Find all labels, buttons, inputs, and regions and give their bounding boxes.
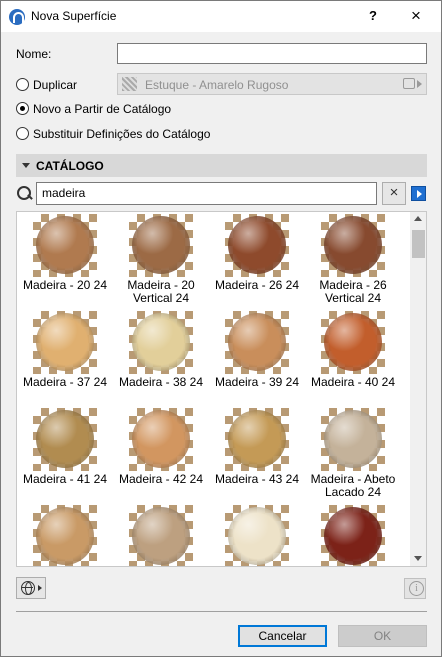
clear-search-button[interactable]: × bbox=[382, 182, 406, 205]
surface-picker-icon bbox=[403, 78, 415, 89]
name-label: Nome: bbox=[16, 47, 52, 61]
catalog-item-label: Madeira - 26 Vertical 24 bbox=[319, 278, 387, 305]
surface-thumbnail bbox=[321, 408, 385, 471]
expand-panel-button[interactable] bbox=[411, 186, 426, 201]
surface-thumbnail bbox=[321, 505, 385, 566]
material-sphere bbox=[132, 410, 190, 468]
material-sphere bbox=[324, 507, 382, 565]
catalog-item-label: Madeira - 42 24 bbox=[118, 472, 204, 486]
new-surface-dialog: Nova Superfície ? × Nome: Duplicar Estuq… bbox=[0, 0, 442, 657]
catalog-item-label: Madeira - 20 Vertical 24 bbox=[127, 278, 195, 305]
name-input[interactable] bbox=[117, 43, 427, 64]
catalog-title: CATÁLOGO bbox=[36, 159, 104, 173]
catalog-item[interactable]: Madeira - 26 Vertical 24 bbox=[305, 212, 401, 310]
catalog-item[interactable]: Madeira - 39 24 bbox=[209, 309, 305, 407]
surface-thumbnail bbox=[33, 505, 97, 566]
help-button[interactable]: ? bbox=[361, 5, 385, 27]
catalog-item[interactable]: Madeira - 40 24 bbox=[305, 309, 401, 407]
surface-thumbnail bbox=[33, 214, 97, 277]
material-sphere bbox=[324, 410, 382, 468]
search-input[interactable]: madeira bbox=[36, 182, 377, 205]
surface-thumbnail bbox=[129, 505, 193, 566]
catalog-item-label: Madeira - 41 24 bbox=[22, 472, 108, 486]
material-sphere bbox=[228, 507, 286, 565]
catalog-item[interactable]: Madeira - 26 24 bbox=[209, 212, 305, 310]
scroll-down-icon[interactable] bbox=[414, 556, 422, 561]
surface-thumbnail bbox=[129, 408, 193, 471]
catalog-grid: Madeira - 20 24 Madeira - 20 Vertical 24 M… bbox=[16, 211, 427, 567]
surface-thumbnail bbox=[321, 311, 385, 374]
catalog-item-label: Madeira - 43 24 bbox=[214, 472, 300, 486]
surface-thumbnail bbox=[225, 505, 289, 566]
globe-menu-button[interactable] bbox=[16, 577, 46, 599]
catalog-item[interactable] bbox=[17, 503, 113, 566]
title-bar: Nova Superfície ? × bbox=[1, 1, 441, 32]
material-sphere bbox=[132, 507, 190, 565]
replace-catalog-label[interactable]: Substituir Definições do Catálogo bbox=[33, 127, 210, 141]
surface-thumbnail bbox=[225, 214, 289, 277]
ok-button[interactable]: OK bbox=[338, 625, 427, 647]
material-sphere bbox=[132, 216, 190, 274]
material-sphere bbox=[228, 216, 286, 274]
surface-thumbnail bbox=[225, 311, 289, 374]
chevron-right-icon bbox=[38, 585, 42, 591]
duplicate-label[interactable]: Duplicar bbox=[33, 78, 77, 92]
catalog-item-label: Madeira - Abeto Lacado 24 bbox=[310, 472, 396, 499]
surface-thumbnail bbox=[225, 408, 289, 471]
catalog-item[interactable]: Madeira - 42 24 bbox=[113, 406, 209, 504]
catalog-item-label: Madeira - 37 24 bbox=[22, 375, 108, 389]
catalog-item[interactable]: Madeira - 20 24 bbox=[17, 212, 113, 310]
material-sphere bbox=[228, 313, 286, 371]
catalog-item[interactable]: Madeira - 43 24 bbox=[209, 406, 305, 504]
catalog-item-label: Madeira - 20 24 bbox=[22, 278, 108, 292]
scrollbar[interactable] bbox=[410, 212, 426, 566]
surface-swatch-icon bbox=[122, 77, 137, 91]
surface-thumbnail bbox=[321, 214, 385, 277]
material-sphere bbox=[36, 507, 94, 565]
cancel-button[interactable]: Cancelar bbox=[238, 625, 327, 647]
scroll-up-icon[interactable] bbox=[414, 216, 422, 221]
catalog-item[interactable]: Madeira - 37 24 bbox=[17, 309, 113, 407]
material-sphere bbox=[324, 216, 382, 274]
material-sphere bbox=[228, 410, 286, 468]
window-title: Nova Superfície bbox=[31, 9, 117, 23]
from-catalog-radio[interactable] bbox=[16, 102, 29, 115]
catalog-item[interactable]: Madeira - Abeto Lacado 24 bbox=[305, 406, 401, 504]
material-sphere bbox=[36, 313, 94, 371]
material-sphere bbox=[324, 313, 382, 371]
surface-thumbnail bbox=[33, 311, 97, 374]
globe-icon bbox=[21, 581, 35, 595]
duplicate-source-select: Estuque - Amarelo Rugoso bbox=[117, 73, 427, 95]
catalog-item[interactable]: Madeira - 38 24 bbox=[113, 309, 209, 407]
catalog-item[interactable] bbox=[209, 503, 305, 566]
app-logo-icon bbox=[9, 9, 25, 25]
material-sphere bbox=[132, 313, 190, 371]
catalog-item-label: Madeira - 26 24 bbox=[214, 278, 300, 292]
divider bbox=[16, 611, 427, 612]
info-button[interactable] bbox=[404, 578, 426, 599]
from-catalog-label[interactable]: Novo a Partir de Catálogo bbox=[33, 102, 171, 116]
search-icon bbox=[16, 185, 32, 201]
scroll-thumb[interactable] bbox=[412, 230, 425, 258]
catalog-item[interactable] bbox=[305, 503, 401, 566]
catalog-item-label: Madeira - 38 24 bbox=[118, 375, 204, 389]
surface-thumbnail bbox=[33, 408, 97, 471]
catalog-item[interactable] bbox=[113, 503, 209, 566]
surface-thumbnail bbox=[129, 214, 193, 277]
material-sphere bbox=[36, 216, 94, 274]
replace-catalog-radio[interactable] bbox=[16, 127, 29, 140]
surface-thumbnail bbox=[129, 311, 193, 374]
close-button[interactable]: × bbox=[404, 5, 428, 27]
catalog-item[interactable]: Madeira - 41 24 bbox=[17, 406, 113, 504]
material-sphere bbox=[36, 410, 94, 468]
duplicate-source-value: Estuque - Amarelo Rugoso bbox=[145, 78, 289, 92]
catalog-item-label: Madeira - 39 24 bbox=[214, 375, 300, 389]
chevron-right-icon bbox=[417, 80, 422, 88]
collapse-triangle-icon bbox=[22, 163, 30, 168]
catalog-item-label: Madeira - 40 24 bbox=[310, 375, 396, 389]
catalog-item[interactable]: Madeira - 20 Vertical 24 bbox=[113, 212, 209, 310]
duplicate-radio[interactable] bbox=[16, 78, 29, 91]
catalog-section-header[interactable]: CATÁLOGO bbox=[16, 154, 427, 177]
